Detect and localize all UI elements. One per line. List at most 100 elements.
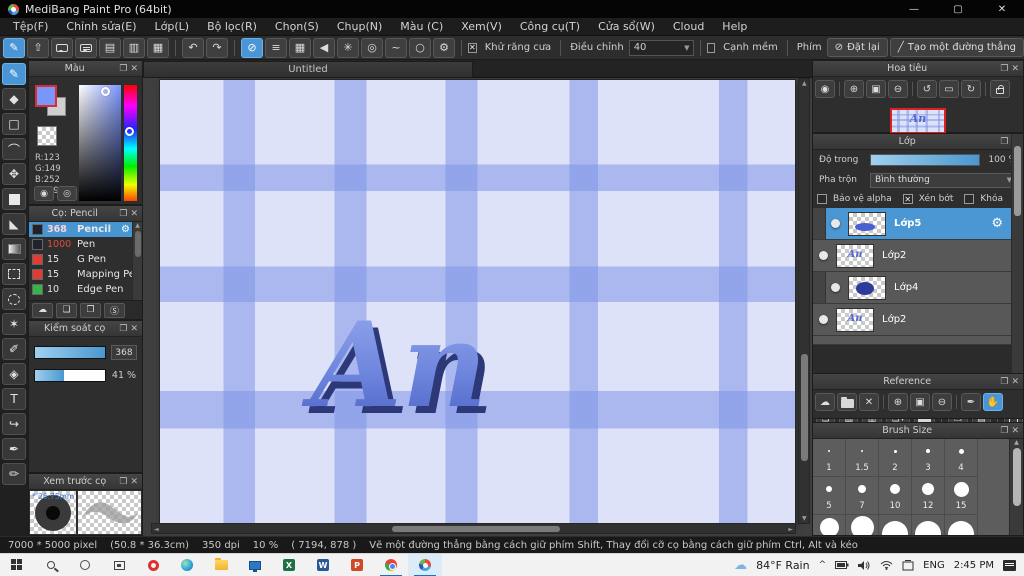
- brush-size-cell[interactable]: 1.5: [846, 439, 879, 477]
- popout-icon[interactable]: ❐: [1000, 137, 1008, 147]
- tool-eyedropper[interactable]: ✒: [2, 438, 26, 460]
- layer-visible-icon[interactable]: [819, 315, 828, 324]
- document-tab[interactable]: Untitled: [143, 61, 473, 78]
- layer-visible-icon[interactable]: [831, 283, 840, 292]
- scroll-up-arrow[interactable]: ▲: [1014, 439, 1019, 446]
- menu-filter[interactable]: Bộ lọc(R): [198, 18, 266, 36]
- brush-size-cell[interactable]: 2: [879, 439, 912, 477]
- gear-icon[interactable]: ⚙: [991, 216, 1003, 231]
- task-view-button[interactable]: [102, 554, 136, 576]
- scroll-down-arrow[interactable]: ▼: [802, 515, 807, 522]
- scroll-thumb[interactable]: [1014, 146, 1021, 216]
- horizontal-scroll-thumb[interactable]: [392, 526, 560, 532]
- navigator-thumbnail[interactable]: An: [890, 108, 946, 134]
- taskbar-medibang[interactable]: [408, 553, 442, 576]
- transparent-color-swatch[interactable]: [37, 126, 57, 146]
- grid-settings-button[interactable]: ▦: [147, 37, 169, 58]
- clipping-checkbox[interactable]: ✕: [902, 194, 913, 204]
- menu-view[interactable]: Xem(V): [452, 18, 511, 36]
- menu-color[interactable]: Màu (C): [391, 18, 452, 36]
- brush-size-cell[interactable]: 4: [945, 439, 978, 477]
- gear-icon[interactable]: ⚙: [121, 224, 130, 235]
- tool-eraser[interactable]: ◆: [2, 88, 26, 110]
- straight-line-button[interactable]: ╱ Tạo một đường thẳng: [889, 38, 1024, 57]
- battery-icon[interactable]: [835, 560, 849, 570]
- brush-row-edge[interactable]: 10 Edge Pen: [29, 282, 132, 297]
- rotate-ccw-button[interactable]: ↺: [917, 80, 937, 98]
- ref-fit-button[interactable]: ▣: [910, 393, 930, 411]
- close-button[interactable]: ✕: [980, 0, 1024, 18]
- snap-grid-button[interactable]: ▦: [289, 37, 311, 58]
- close-icon[interactable]: ✕: [130, 64, 138, 74]
- snap-off-button[interactable]: ⊘: [241, 37, 263, 58]
- clock[interactable]: 2:45 PM: [954, 560, 994, 571]
- layer-row-lop4[interactable]: Lớp4: [813, 272, 1011, 304]
- saturation-value-box[interactable]: [79, 85, 121, 201]
- popout-icon[interactable]: ❐: [119, 324, 127, 334]
- menu-select[interactable]: Chọn(S): [266, 18, 328, 36]
- rotate-cw-button[interactable]: ↻: [961, 80, 981, 98]
- comment-list-button[interactable]: [75, 37, 97, 58]
- blend-dropdown[interactable]: Bình thường ▼: [870, 172, 1017, 188]
- canvas-document[interactable]: An An: [160, 80, 795, 524]
- ref-clear-button[interactable]: ✕: [859, 393, 879, 411]
- brush-size-cell[interactable]: [945, 515, 978, 535]
- document-button[interactable]: ▤: [99, 37, 121, 58]
- menu-help[interactable]: Help: [713, 18, 756, 36]
- menu-tools[interactable]: Công cụ(T): [511, 18, 589, 36]
- brush-size-cell[interactable]: 7: [846, 477, 879, 515]
- menu-snap[interactable]: Chụp(N): [328, 18, 391, 36]
- redo-button[interactable]: ↷: [206, 37, 228, 58]
- start-button[interactable]: [0, 554, 34, 576]
- soft-edge-checkbox[interactable]: [707, 42, 716, 53]
- layer-row-lop2a[interactable]: An Lớp2: [813, 240, 1011, 272]
- wifi-icon[interactable]: [880, 560, 893, 570]
- snap-curve-button[interactable]: ~: [385, 37, 407, 58]
- taskbar-excel[interactable]: X: [272, 554, 306, 576]
- zoom-actual-button[interactable]: ◉: [815, 80, 835, 98]
- close-icon[interactable]: ✕: [1011, 377, 1019, 387]
- brush-size-scrollbar[interactable]: ▲: [1009, 439, 1023, 535]
- scroll-left-arrow[interactable]: ◄: [154, 526, 159, 533]
- brush-size-cell[interactable]: [879, 515, 912, 535]
- brush-size-cell[interactable]: 25: [846, 515, 879, 535]
- color-wheel-button[interactable]: ◉: [34, 186, 54, 201]
- tool-gradient[interactable]: [2, 238, 26, 260]
- taskbar-display[interactable]: [238, 554, 272, 576]
- snap-ellipse-button[interactable]: ○: [409, 37, 431, 58]
- brush-row-pen[interactable]: 1000 Pen: [29, 237, 132, 252]
- lock-checkbox[interactable]: [964, 194, 975, 204]
- scroll-thumb[interactable]: [134, 231, 141, 257]
- ref-open-button[interactable]: [837, 393, 857, 411]
- weather-text[interactable]: 84°F Rain: [756, 559, 810, 572]
- menu-window[interactable]: Cửa sổ(W): [589, 18, 664, 36]
- taskbar-powerpoint[interactable]: P: [340, 554, 374, 576]
- canvas-horizontal-scrollbar[interactable]: ◄ ►: [151, 523, 796, 534]
- menu-cloud[interactable]: Cloud: [664, 18, 713, 36]
- snap-concentric-button[interactable]: ◎: [361, 37, 383, 58]
- adjust-dropdown[interactable]: 40 ▼: [628, 39, 695, 56]
- layer-visible-icon[interactable]: [831, 219, 840, 228]
- brush-size-value[interactable]: 368: [111, 345, 137, 360]
- tool-div[interactable]: ✏: [2, 463, 26, 485]
- brush-opacity-slider[interactable]: [34, 369, 106, 382]
- snap-parallel-button[interactable]: ≡: [265, 37, 287, 58]
- brush-size-cell[interactable]: 5: [813, 477, 846, 515]
- fit-screen-button[interactable]: ▣: [866, 80, 886, 98]
- layer-row-partial[interactable]: [813, 336, 1011, 345]
- zoom-out-button[interactable]: ⊖: [888, 80, 908, 98]
- brush-size-cell[interactable]: 15: [945, 477, 978, 515]
- taskbar-explorer[interactable]: [204, 554, 238, 576]
- close-icon[interactable]: ✕: [1011, 426, 1019, 436]
- brush-row-mapping[interactable]: 15 Mapping Pe: [29, 267, 132, 282]
- taskbar-word[interactable]: W: [306, 554, 340, 576]
- layer-row-lop5[interactable]: Lớp5 ⚙: [813, 208, 1011, 240]
- color-slider-button[interactable]: ◎: [57, 186, 77, 201]
- scroll-right-arrow[interactable]: ►: [788, 526, 793, 533]
- fit-width-button[interactable]: ▭: [939, 80, 959, 98]
- close-icon[interactable]: ✕: [130, 477, 138, 487]
- cloud-brush-button[interactable]: ☁: [32, 302, 53, 318]
- brush-size-cell[interactable]: 20: [813, 515, 846, 535]
- brush-size-cell[interactable]: 3: [912, 439, 945, 477]
- speaker-icon[interactable]: [858, 560, 871, 571]
